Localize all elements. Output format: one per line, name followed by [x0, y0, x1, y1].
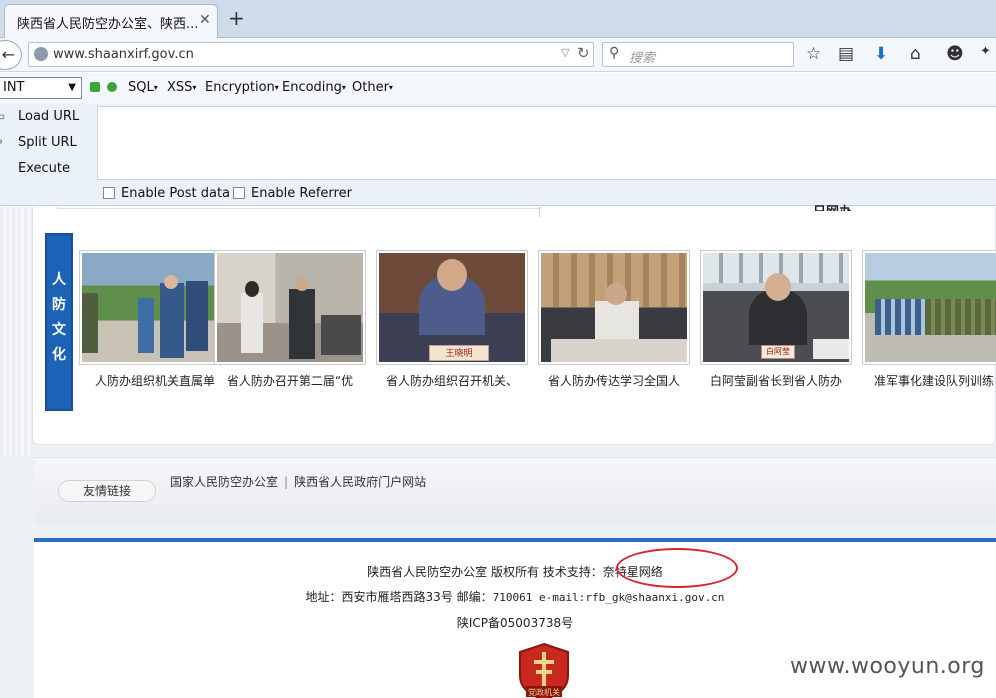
- menu-xss[interactable]: XSS▾: [167, 80, 196, 95]
- search-icon: ⚲: [609, 45, 620, 61]
- tab-title: 陕西省人民防空办公室、陕西...: [17, 17, 199, 32]
- url-text: www.shaanxirf.gov.cn: [53, 47, 194, 62]
- hackbar-menu: INT ▼ SQL▾ XSS▾ Encryption▾ Encoding▾ Ot…: [0, 73, 996, 104]
- split-url-button[interactable]: ⚭Split URL: [0, 135, 77, 150]
- news-photo-1[interactable]: [79, 250, 231, 365]
- split-url-icon: ⚭: [0, 135, 8, 149]
- reload-icon[interactable]: ↻: [577, 44, 590, 62]
- news-caption-1[interactable]: 人防办组织机关直属单: [79, 372, 231, 390]
- menu-encryption[interactable]: Encryption▾: [205, 80, 279, 95]
- news-photo-2[interactable]: [214, 250, 366, 365]
- footer-copyright: 陕西省人民防空办公室 版权所有 技术支持：奈特星网络: [367, 565, 663, 579]
- search-input[interactable]: ⚲ 搜索: [602, 42, 794, 67]
- news-card: 日网办 人 防 文 化 人防办组织机关直属单: [32, 205, 996, 445]
- friendly-links-list: 国家人民防空办公室 | 陕西省人民政府门户网站: [170, 473, 426, 490]
- badge-text: 党政机关: [528, 687, 560, 697]
- enable-post-checkbox[interactable]: Enable Post data: [103, 186, 230, 201]
- menu-icon[interactable]: ✦: [980, 44, 991, 59]
- card-top-box: [57, 205, 541, 209]
- chat-icon[interactable]: ☻: [946, 44, 964, 64]
- highlight-annotation-ring: [616, 548, 738, 588]
- hackbar-panel: ▭Load URL ⚭Split URL ▸Execute Enable Pos…: [0, 104, 996, 206]
- watermark-text: www.wooyun.org: [790, 654, 985, 679]
- menu-sql[interactable]: SQL▾: [128, 80, 158, 95]
- nameplate-1: 王晓明: [445, 349, 473, 359]
- culture-section-label[interactable]: 人 防 文 化: [45, 233, 73, 411]
- news-caption-5[interactable]: 白阿莹副省长到省人防办: [700, 372, 852, 390]
- load-url-icon: ▭: [0, 109, 8, 123]
- close-tab-icon[interactable]: ✕: [199, 12, 211, 28]
- menu-encoding[interactable]: Encoding▾: [282, 80, 346, 95]
- menu-other[interactable]: Other▾: [352, 80, 393, 95]
- link-national-civil-air-defense[interactable]: 国家人民防空办公室: [170, 475, 278, 489]
- home-icon[interactable]: ⌂: [910, 44, 921, 64]
- news-caption-6[interactable]: 准军事化建设队列训练: [862, 372, 996, 390]
- url-textarea[interactable]: [97, 106, 996, 180]
- news-photo-6[interactable]: [862, 250, 996, 365]
- nameplate-2: 白阿莹: [766, 347, 790, 356]
- execute-icon: ▸: [0, 161, 8, 175]
- card-top-clipped-text: 日网办: [813, 201, 883, 211]
- back-button[interactable]: ←: [0, 40, 22, 70]
- page-side-pattern: [0, 207, 30, 457]
- web-page: 日网办 人 防 文 化 人防办组织机关直属单: [0, 205, 996, 698]
- footer-email[interactable]: 710061 e-mail:rfb_gk@shaanxi.gov.cn: [493, 591, 725, 604]
- card-top-divider: [539, 207, 540, 217]
- star-icon[interactable]: ☆: [806, 44, 821, 64]
- enable-referrer-checkbox[interactable]: Enable Referrer: [233, 186, 352, 201]
- chevron-down-icon: ▼: [68, 82, 76, 93]
- friendly-links-band: 友情链接 国家人民防空办公室 | 陕西省人民政府门户网站: [34, 457, 996, 525]
- tab-bar: 陕西省人民防空办公室、陕西... ✕ +: [0, 0, 996, 38]
- link-shaanxi-government[interactable]: 陕西省人民政府门户网站: [294, 475, 426, 489]
- friendly-links-label: 友情链接: [58, 480, 156, 502]
- news-caption-4[interactable]: 省人防办传达学习全国人: [538, 372, 690, 390]
- news-photo-4[interactable]: [538, 250, 690, 365]
- url-dropdown-icon[interactable]: ▽: [561, 46, 569, 59]
- download-icon[interactable]: ⬇: [874, 44, 888, 64]
- search-placeholder: 搜索: [629, 51, 656, 66]
- browser-tab[interactable]: 陕西省人民防空办公室、陕西... ✕: [4, 4, 218, 38]
- decrease-icon[interactable]: [90, 82, 100, 92]
- load-url-button[interactable]: ▭Load URL: [0, 109, 79, 124]
- news-photo-5[interactable]: 白阿莹: [700, 250, 852, 365]
- type-select[interactable]: INT ▼: [0, 77, 82, 99]
- execute-button[interactable]: ▸Execute: [0, 161, 70, 176]
- government-badge-icon[interactable]: 党政机关: [516, 642, 572, 698]
- globe-icon: [34, 47, 48, 61]
- navigation-bar: ← www.shaanxirf.gov.cn ▽ ↻ ⚲ 搜索 ☆ ▤ ⬇ ⌂ …: [0, 38, 996, 72]
- footer-icp[interactable]: 陕ICP备05003738号: [34, 614, 996, 631]
- news-caption-2[interactable]: 省人防办召开第二届“优: [214, 372, 366, 390]
- type-select-value: INT: [3, 80, 25, 95]
- url-bar[interactable]: www.shaanxirf.gov.cn ▽ ↻: [28, 42, 594, 67]
- reading-list-icon[interactable]: ▤: [838, 44, 854, 64]
- news-photo-3[interactable]: 王晓明: [376, 250, 528, 365]
- new-tab-button[interactable]: +: [228, 6, 245, 30]
- increase-icon[interactable]: [107, 82, 117, 92]
- footer-address: 地址：西安市雁塔西路33号 邮编：710061 e-mail:rfb_gk@sh…: [305, 590, 725, 604]
- links-separator: |: [284, 475, 289, 489]
- news-caption-3[interactable]: 省人防办组织召开机关、: [376, 372, 528, 390]
